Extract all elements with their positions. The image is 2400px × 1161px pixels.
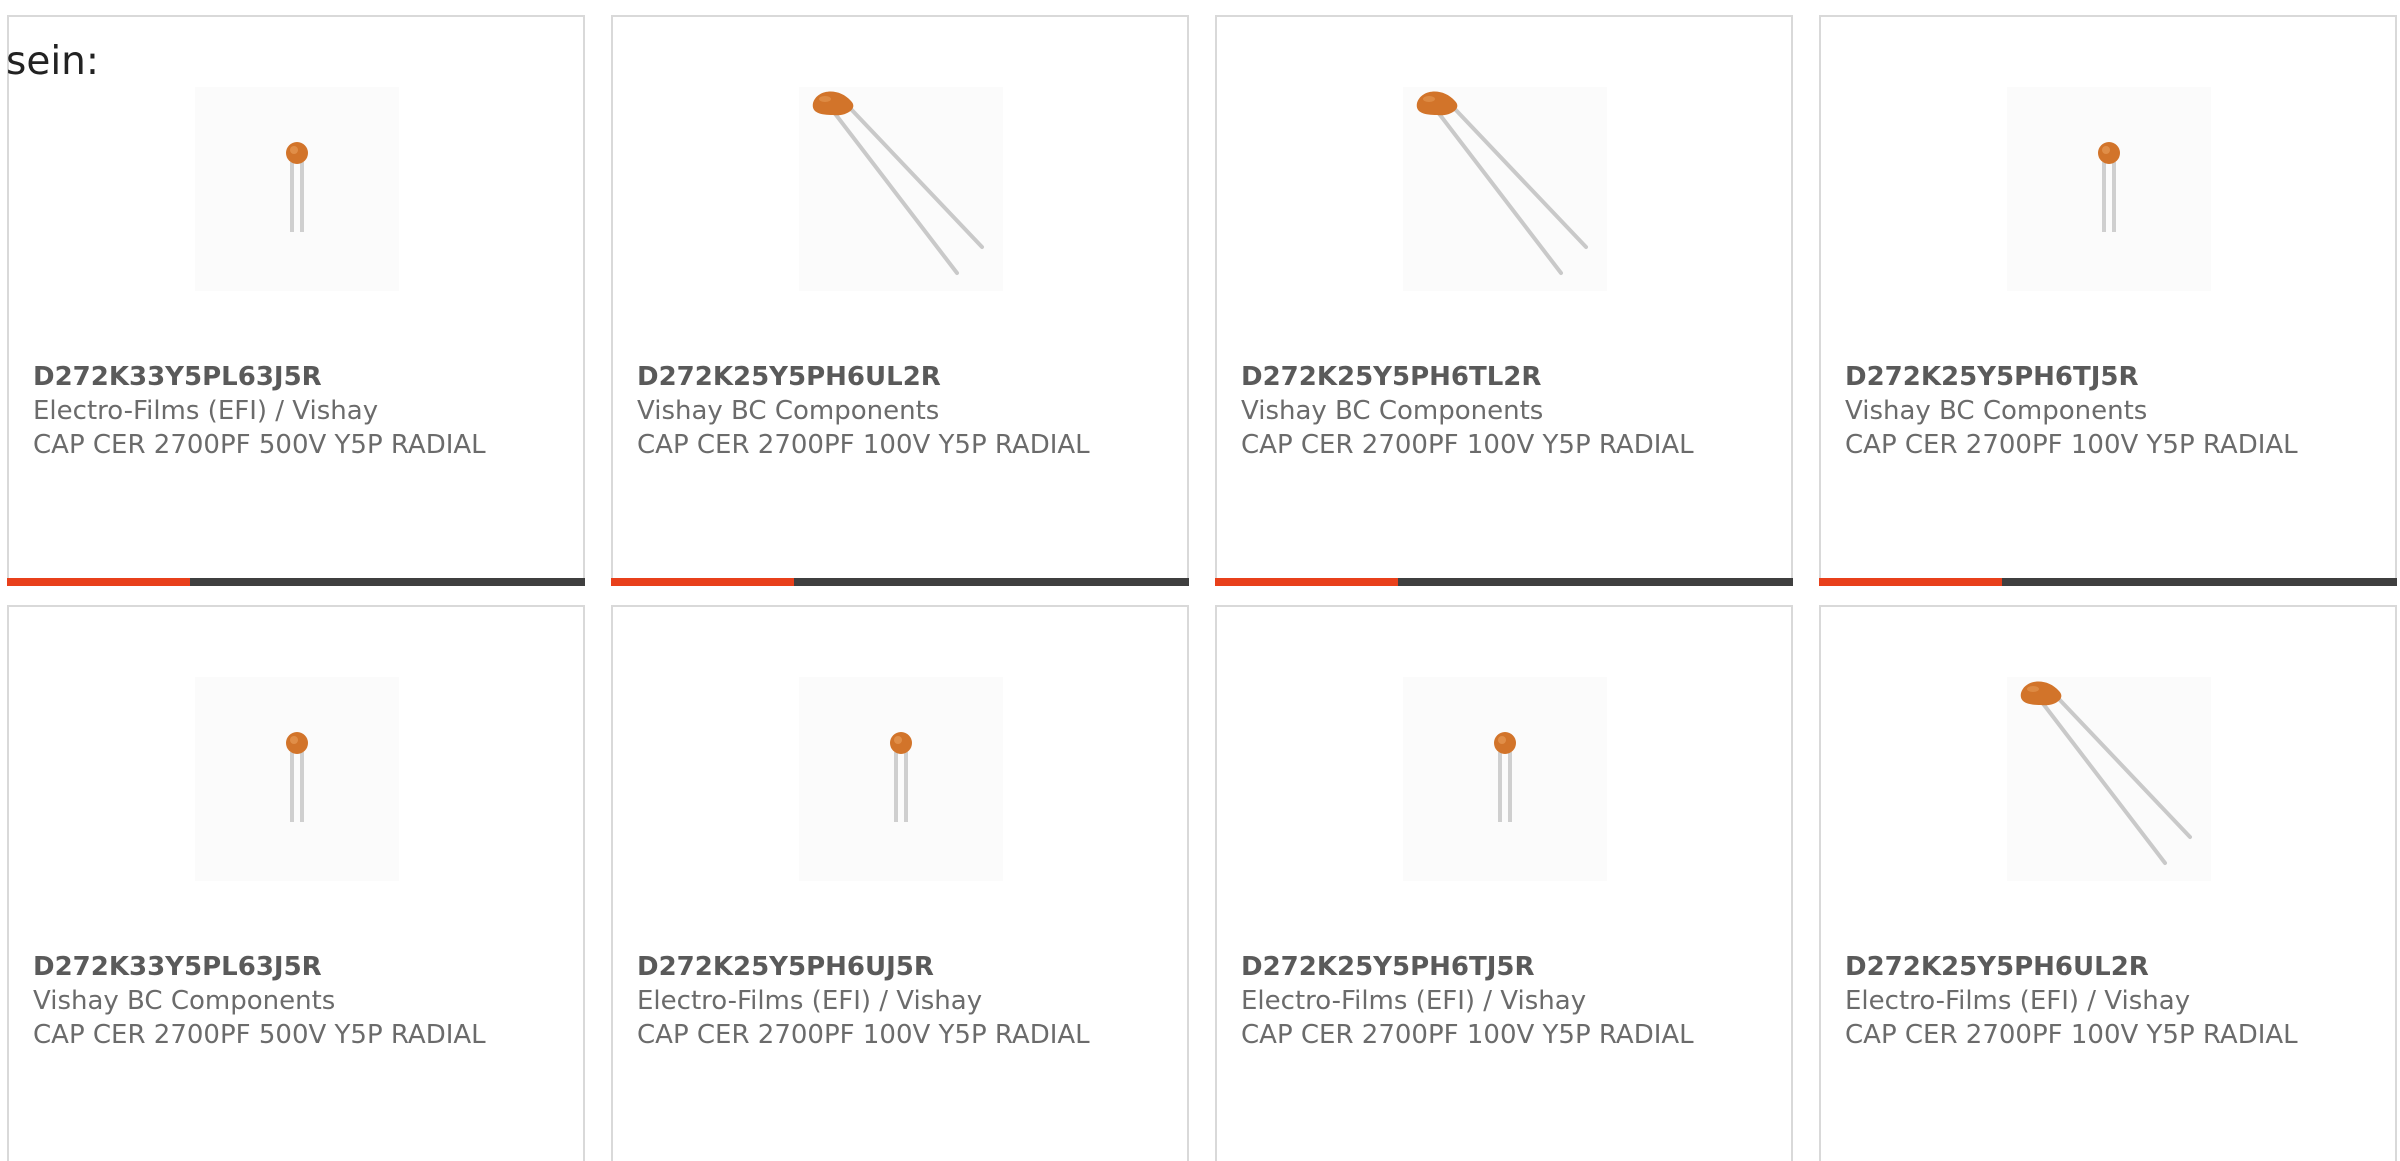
part-number[interactable]: D272K33Y5PL63J5R: [33, 360, 553, 394]
manufacturer: Electro-Films (EFI) / Vishay: [637, 986, 983, 1016]
description: CAP CER 2700PF 500V Y5P RADIAL: [33, 1020, 486, 1050]
description: CAP CER 2700PF 100V Y5P RADIAL: [1845, 1020, 2298, 1050]
product-info: D272K33Y5PL63J5R Vishay BC Components CA…: [33, 950, 553, 1052]
manufacturer: Electro-Films (EFI) / Vishay: [33, 396, 379, 426]
card-progress-bar: [1215, 578, 1793, 586]
part-number[interactable]: D272K25Y5PH6UL2R: [1845, 950, 2365, 984]
capacitor-angled-icon: [812, 91, 984, 275]
capacitor-upright-icon: [286, 732, 308, 822]
description: CAP CER 2700PF 100V Y5P RADIAL: [1241, 1020, 1694, 1050]
card-progress-bar: [7, 578, 585, 586]
part-number[interactable]: D272K25Y5PH6TL2R: [1241, 360, 1761, 394]
manufacturer: Vishay BC Components: [1241, 396, 1544, 426]
product-card[interactable]: D272K25Y5PH6UJ5R Electro-Films (EFI) / V…: [611, 605, 1189, 1161]
manufacturer: Electro-Films (EFI) / Vishay: [1845, 986, 2191, 1016]
card-progress-fill: [1819, 578, 2002, 586]
product-info: D272K25Y5PH6UL2R Electro-Films (EFI) / V…: [1845, 950, 2365, 1052]
product-card[interactable]: D272K25Y5PH6TJ5R Electro-Films (EFI) / V…: [1215, 605, 1793, 1161]
manufacturer: Vishay BC Components: [1845, 396, 2148, 426]
manufacturer: Vishay BC Components: [637, 396, 940, 426]
product-card[interactable]: D272K25Y5PH6TL2R Vishay BC Components CA…: [1215, 15, 1793, 586]
description: CAP CER 2700PF 100V Y5P RADIAL: [637, 430, 1090, 460]
capacitor-upright-icon: [286, 142, 308, 232]
manufacturer: Electro-Films (EFI) / Vishay: [1241, 986, 1587, 1016]
product-image[interactable]: [799, 87, 1003, 291]
part-number[interactable]: D272K25Y5PH6UL2R: [637, 360, 1157, 394]
capacitor-upright-icon: [1494, 732, 1516, 822]
product-image[interactable]: [195, 87, 399, 291]
product-info: D272K25Y5PH6TJ5R Vishay BC Components CA…: [1845, 360, 2365, 462]
product-info: D272K25Y5PH6UL2R Vishay BC Components CA…: [637, 360, 1157, 462]
product-image[interactable]: [1403, 87, 1607, 291]
card-progress-fill: [611, 578, 794, 586]
part-number[interactable]: D272K25Y5PH6TJ5R: [1845, 360, 2365, 394]
product-grid: sein: D272K33Y5PL63J5R Electro-Films (EF…: [0, 0, 2400, 1161]
product-card[interactable]: D272K25Y5PH6TJ5R Vishay BC Components CA…: [1819, 15, 2397, 586]
product-info: D272K25Y5PH6TJ5R Electro-Films (EFI) / V…: [1241, 950, 1761, 1052]
description: CAP CER 2700PF 100V Y5P RADIAL: [1845, 430, 2298, 460]
product-image[interactable]: [195, 677, 399, 881]
card-progress-fill: [7, 578, 190, 586]
product-card[interactable]: D272K33Y5PL63J5R Electro-Films (EFI) / V…: [7, 15, 585, 586]
part-number[interactable]: D272K33Y5PL63J5R: [33, 950, 553, 984]
capacitor-upright-icon: [2098, 142, 2120, 232]
card-progress-bar: [611, 578, 1189, 586]
product-info: D272K25Y5PH6UJ5R Electro-Films (EFI) / V…: [637, 950, 1157, 1052]
product-image[interactable]: [799, 677, 1003, 881]
product-image[interactable]: [1403, 677, 1607, 881]
product-info: D272K25Y5PH6TL2R Vishay BC Components CA…: [1241, 360, 1761, 462]
manufacturer: Vishay BC Components: [33, 986, 336, 1016]
description: CAP CER 2700PF 100V Y5P RADIAL: [637, 1020, 1090, 1050]
description: CAP CER 2700PF 500V Y5P RADIAL: [33, 430, 486, 460]
product-card[interactable]: D272K33Y5PL63J5R Vishay BC Components CA…: [7, 605, 585, 1161]
product-image[interactable]: [2007, 677, 2211, 881]
card-progress-fill: [1215, 578, 1398, 586]
lead-text: sein:: [6, 39, 100, 84]
capacitor-angled-icon: [1416, 91, 1588, 275]
product-card[interactable]: D272K25Y5PH6UL2R Electro-Films (EFI) / V…: [1819, 605, 2397, 1161]
part-number[interactable]: D272K25Y5PH6UJ5R: [637, 950, 1157, 984]
product-image[interactable]: [2007, 87, 2211, 291]
capacitor-upright-icon: [890, 732, 912, 822]
card-progress-bar: [1819, 578, 2397, 586]
part-number[interactable]: D272K25Y5PH6TJ5R: [1241, 950, 1761, 984]
capacitor-angled-icon: [2020, 681, 2192, 865]
product-card[interactable]: D272K25Y5PH6UL2R Vishay BC Components CA…: [611, 15, 1189, 586]
description: CAP CER 2700PF 100V Y5P RADIAL: [1241, 430, 1694, 460]
product-info: D272K33Y5PL63J5R Electro-Films (EFI) / V…: [33, 360, 553, 462]
